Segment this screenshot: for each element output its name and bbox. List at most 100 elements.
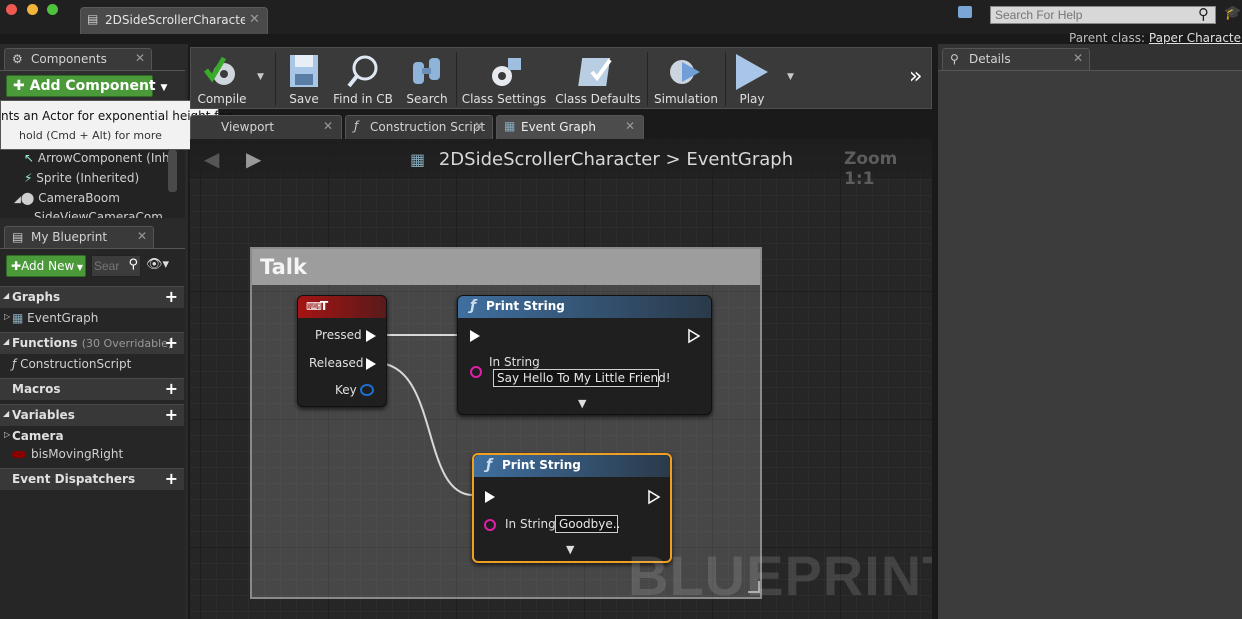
add-new-label: Add New: [21, 259, 75, 273]
details-tab[interactable]: ⚲ Details ✕: [942, 48, 1090, 70]
add-new-button[interactable]: ✚Add New ▼: [6, 255, 86, 277]
compile-gear-icon: [204, 56, 235, 85]
graduation-cap-icon[interactable]: 🎓: [1224, 5, 1241, 21]
viewport-tab-label: Viewport: [221, 120, 275, 134]
components-tab[interactable]: ⚙ Components ✕: [4, 48, 152, 70]
expand-arrow-icon[interactable]: ▷: [4, 312, 10, 321]
tooltip-hint: hold (Cmd + Alt) for more: [19, 129, 162, 142]
add-component-button[interactable]: ✚ Add Component ▼: [6, 75, 167, 97]
play-button[interactable]: Play: [729, 48, 775, 108]
class-settings-gear-icon: [492, 58, 521, 86]
camera-category[interactable]: ▷ Camera: [0, 427, 184, 447]
released-exec-pin[interactable]: [366, 358, 376, 370]
function-icon: ƒ: [486, 457, 493, 473]
minimize-window-button[interactable]: [27, 4, 38, 15]
maximize-window-button[interactable]: [47, 4, 58, 15]
key-struct-pin[interactable]: [360, 384, 374, 396]
help-search-box[interactable]: [990, 6, 1216, 24]
parent-class-link[interactable]: Paper Character: [1149, 31, 1242, 45]
event-graph-item[interactable]: ▷ ▦ EventGraph: [0, 309, 184, 329]
toolbar-separator: [725, 52, 726, 106]
macros-label: Macros: [12, 382, 61, 396]
function-icon: ƒ: [470, 298, 477, 314]
add-variable-icon[interactable]: +: [165, 405, 178, 424]
tab-construction-script[interactable]: ƒ Construction Script ✕: [345, 115, 493, 139]
add-graph-icon[interactable]: +: [165, 287, 178, 306]
close-window-button[interactable]: [6, 4, 17, 15]
functions-section-header[interactable]: ◢ Functions (30 Overridable) +: [0, 332, 184, 354]
key-pin-label: Key: [335, 383, 357, 397]
close-components-tab-icon[interactable]: ✕: [135, 51, 145, 65]
exec-in-pin[interactable]: [485, 491, 495, 503]
variables-section-header[interactable]: ◢ Variables +: [0, 404, 184, 426]
boolean-type-icon: [12, 451, 26, 458]
close-tab-icon[interactable]: ✕: [249, 12, 260, 27]
simulation-button[interactable]: Simulation: [651, 48, 721, 108]
event-graph-icon: ▦: [12, 311, 24, 325]
exec-in-pin[interactable]: [470, 330, 480, 342]
compile-label: Compile: [197, 92, 247, 106]
variables-label: Variables: [12, 408, 75, 422]
blueprint-search-input[interactable]: [92, 256, 126, 276]
variable-bis-moving-right[interactable]: bisMovingRight: [0, 445, 184, 465]
tree-item-side-view-camera[interactable]: SideViewCameraCom: [34, 210, 163, 218]
exec-out-pin[interactable]: [647, 489, 661, 505]
tree-item-sprite[interactable]: ⚡ Sprite (Inherited): [24, 171, 139, 185]
details-panel: ⚲ Details ✕: [938, 44, 1242, 619]
search-button[interactable]: Search: [401, 48, 453, 108]
class-defaults-checklist-icon: [578, 58, 612, 86]
event-dispatchers-section-header[interactable]: Event Dispatchers +: [0, 468, 184, 490]
in-string-value-field[interactable]: Say Hello To My Little Friend!: [493, 369, 671, 387]
print-string-node-1[interactable]: ƒ Print String In String Say Hello To My…: [457, 295, 712, 415]
expand-arrow-icon[interactable]: ▷: [4, 430, 10, 439]
tree-item-camera-boom[interactable]: ◢⬤ CameraBoom: [14, 191, 120, 205]
document-tab[interactable]: ▤ 2DSideScrollerCharacter* ✕: [80, 7, 268, 34]
blueprint-search-box[interactable]: ⚲: [91, 255, 141, 277]
add-macro-icon[interactable]: +: [165, 379, 178, 398]
key-t-event-node[interactable]: ⌨ T Pressed Released Key: [297, 295, 387, 407]
search-icon[interactable]: ⚲: [1198, 5, 1209, 23]
close-viewport-tab-icon[interactable]: ✕: [323, 119, 333, 133]
pressed-exec-pin[interactable]: [366, 330, 376, 342]
expand-advanced-arrow-icon[interactable]: ▼: [566, 543, 574, 556]
collapse-arrow-icon[interactable]: ◢: [14, 195, 21, 205]
event-graph-label: EventGraph: [27, 311, 99, 325]
find-in-cb-label: Find in CB: [333, 92, 393, 106]
compile-button[interactable]: Compile: [195, 48, 249, 108]
help-search-input[interactable]: [991, 7, 1215, 23]
tab-viewport[interactable]: Viewport ✕: [190, 115, 342, 139]
camera-boom-icon: ⬤: [20, 191, 35, 205]
toolbar-overflow-icon[interactable]: »: [909, 64, 922, 89]
construction-script-item[interactable]: ƒ ConstructionScript: [0, 355, 184, 375]
in-string-pin[interactable]: [470, 366, 482, 378]
close-details-tab-icon[interactable]: ✕: [1073, 51, 1083, 65]
blueprint-book-icon: ▤: [87, 12, 99, 26]
expand-advanced-arrow-icon[interactable]: ▼: [578, 397, 586, 410]
my-blueprint-tab[interactable]: ▤ My Blueprint ✕: [4, 226, 154, 248]
class-defaults-button[interactable]: Class Defaults: [553, 48, 643, 108]
chat-icon[interactable]: [958, 6, 972, 18]
in-string-value-field[interactable]: Goodbye..: [555, 515, 620, 533]
add-event-dispatcher-icon[interactable]: +: [165, 469, 178, 488]
close-my-blueprint-tab-icon[interactable]: ✕: [137, 229, 147, 243]
pressed-pin-label: Pressed: [315, 328, 362, 342]
close-construction-script-tab-icon[interactable]: ✕: [474, 119, 484, 133]
in-string-pin[interactable]: [484, 519, 496, 531]
components-scrollbar[interactable]: [168, 150, 177, 192]
macros-section-header[interactable]: Macros +: [0, 378, 184, 400]
tab-event-graph[interactable]: ▦ Event Graph ✕: [496, 115, 644, 139]
compile-options-arrow-icon[interactable]: ▼: [257, 72, 264, 82]
event-graph-canvas[interactable]: ◀ ▶ ▦ 2DSideScrollerCharacter > EventGra…: [190, 139, 932, 619]
find-in-cb-button[interactable]: Find in CB: [331, 48, 395, 108]
blueprint-watermark: BLUEPRINT: [628, 544, 932, 607]
close-event-graph-tab-icon[interactable]: ✕: [625, 119, 635, 133]
save-button[interactable]: Save: [279, 48, 329, 108]
graphs-section-header[interactable]: ◢ Graphs +: [0, 286, 184, 308]
class-settings-button[interactable]: Class Settings: [459, 48, 549, 108]
tree-item-arrow-component[interactable]: ↖ ArrowComponent (Inhe: [24, 151, 177, 165]
exec-out-pin[interactable]: [687, 328, 701, 344]
add-function-icon[interactable]: +: [165, 333, 178, 352]
play-options-arrow-icon[interactable]: ▼: [787, 72, 794, 82]
camera-category-label: Camera: [12, 429, 64, 443]
eye-visibility-icon[interactable]: 👁▾: [146, 257, 169, 272]
